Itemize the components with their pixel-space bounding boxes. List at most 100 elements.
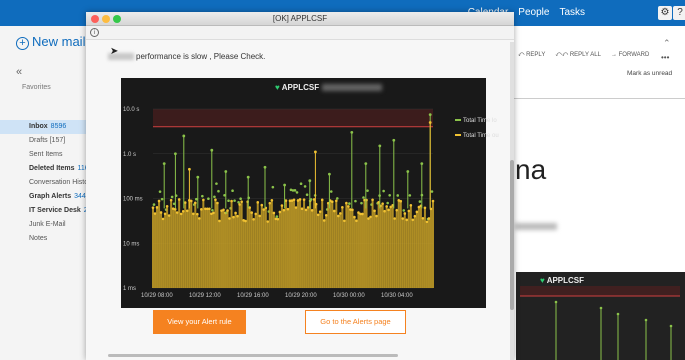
nav-tasks[interactable]: Tasks — [559, 7, 585, 18]
yellow-point — [318, 210, 322, 213]
yellow-point — [258, 214, 262, 218]
folder-item[interactable]: Notes — [0, 232, 92, 246]
folder-item[interactable]: Inbox 8596 — [0, 120, 92, 134]
green-spike-point — [210, 148, 214, 152]
yellow-point — [216, 201, 219, 205]
scrollbar-thumb[interactable] — [510, 160, 514, 310]
nav-people[interactable]: People — [518, 7, 549, 18]
yellow-point — [300, 207, 304, 211]
collapse-pane-icon[interactable]: « — [16, 66, 22, 78]
folder-item[interactable]: Junk E-Mail — [0, 218, 92, 232]
yellow-point — [310, 209, 314, 212]
response-time-chart: ♥ APPLCSF 10.0 s 1.0 s 100 ms 10 ms 1 ms 10/29… — [121, 78, 499, 308]
folder-name: Inbox — [29, 123, 48, 130]
x-tick-label: 10/29 12:00 — [189, 293, 221, 299]
chevron-up-icon[interactable]: ⌃ — [663, 38, 671, 49]
green-spike-point — [174, 152, 177, 156]
yellow-point — [343, 219, 346, 223]
yellow-point — [214, 198, 217, 202]
green-point — [329, 190, 333, 193]
green-spike-point — [420, 162, 424, 166]
yellow-point — [262, 208, 266, 211]
yellow-point — [395, 208, 399, 212]
folder-item[interactable]: Graph Alerts 344 — [0, 190, 92, 204]
yellow-point — [153, 212, 157, 215]
yellow-point — [337, 214, 340, 218]
yellow-point — [179, 212, 183, 216]
yellow-point — [208, 207, 211, 211]
horizontal-scrollbar[interactable] — [108, 354, 398, 357]
green-spike-point — [283, 183, 286, 187]
yellow-point — [240, 200, 243, 204]
vertical-scrollbar[interactable] — [510, 42, 514, 360]
legend-item[interactable]: Total Time lo — [455, 118, 499, 124]
mark-as-unread-button[interactable]: Mark as unread — [627, 70, 672, 77]
reply-button[interactable]: ⤺ REPLY — [518, 52, 545, 59]
y-tick-label: 100 ms — [123, 197, 143, 203]
yellow-point — [252, 218, 256, 221]
yellow-point — [306, 206, 310, 209]
green-spike-point — [406, 170, 410, 173]
yellow-point — [159, 211, 163, 214]
forward-button[interactable]: → FORWARD — [611, 52, 649, 59]
yellow-point — [155, 206, 159, 209]
green-spike-point — [263, 165, 267, 169]
green-point — [217, 189, 220, 193]
green-point — [239, 197, 242, 201]
yellow-point — [272, 211, 276, 215]
yellow-point — [298, 198, 302, 201]
green-point — [382, 189, 385, 193]
yellow-point — [167, 214, 171, 217]
folder-count: 8596 — [50, 123, 67, 130]
folder-item[interactable]: Deleted Items 116 — [0, 162, 92, 176]
yellow-point — [282, 208, 286, 212]
x-tick-label: 10/30 00:00 — [333, 293, 365, 299]
folder-name: Conversation Histor — [29, 179, 91, 186]
x-tick-label: 10/29 20:00 — [285, 293, 317, 299]
view-alert-rule-button[interactable]: View your Alert rule — [153, 310, 246, 334]
yellow-point — [431, 199, 435, 203]
favorites-header[interactable]: Favorites — [22, 84, 51, 91]
folder-item[interactable]: Drafts [157] — [0, 134, 92, 148]
reply-all-button[interactable]: ⤺⤺ REPLY ALL — [555, 52, 601, 59]
legend-swatch — [455, 119, 461, 122]
yellow-point — [407, 209, 411, 213]
folder-item[interactable]: Sent Items — [0, 148, 92, 162]
yellow-point — [191, 212, 195, 216]
plus-circle-icon: + — [16, 37, 29, 50]
more-options-icon[interactable]: ••• — [661, 53, 669, 62]
y-tick-label: 1.0 s — [123, 152, 136, 158]
x-tick-label: 10/29 08:00 — [141, 293, 173, 299]
folder-item[interactable]: IT Service Desk227 — [0, 204, 92, 218]
help-icon[interactable]: ? — [673, 6, 685, 20]
x-tick-label: 10/30 04:00 — [381, 293, 413, 299]
yellow-point — [280, 204, 284, 207]
mini-spike-point — [616, 312, 620, 316]
yellow-point — [351, 208, 354, 212]
yellow-point — [244, 219, 247, 223]
folder-name: Junk E-Mail — [29, 221, 66, 228]
alert-message: performance is slow , Please Check. — [108, 52, 265, 61]
yellow-point — [234, 211, 237, 215]
mini-spike-point — [599, 306, 603, 310]
green-point — [348, 202, 351, 205]
new-mail-label: New mail — [32, 34, 86, 49]
legend-item[interactable]: Total Time ou — [455, 133, 499, 139]
new-mail-button[interactable]: + New mail — [16, 34, 85, 50]
window-toolbar: i — [86, 26, 514, 40]
green-spike-point — [196, 175, 200, 179]
go-to-alerts-button[interactable]: Go to the Alerts page — [305, 310, 406, 334]
message-actions: ⤺ REPLY ⤺⤺ REPLY ALL → FORWARD — [518, 52, 649, 59]
yellow-point — [375, 214, 378, 218]
settings-gear-icon[interactable]: ⚙ — [658, 6, 672, 20]
yellow-point — [286, 207, 290, 211]
yellow-point — [316, 213, 320, 217]
info-icon[interactable]: i — [90, 28, 99, 37]
yellow-point — [320, 198, 324, 202]
folder-item[interactable]: Conversation Histor — [0, 176, 92, 190]
window-title: [OK] APPLCSF — [272, 14, 328, 23]
green-spike-point — [246, 175, 250, 179]
green-spike-point — [364, 162, 368, 166]
yellow-point — [341, 205, 344, 209]
chart-legend: Total Time lo Total Time ou — [455, 118, 499, 148]
